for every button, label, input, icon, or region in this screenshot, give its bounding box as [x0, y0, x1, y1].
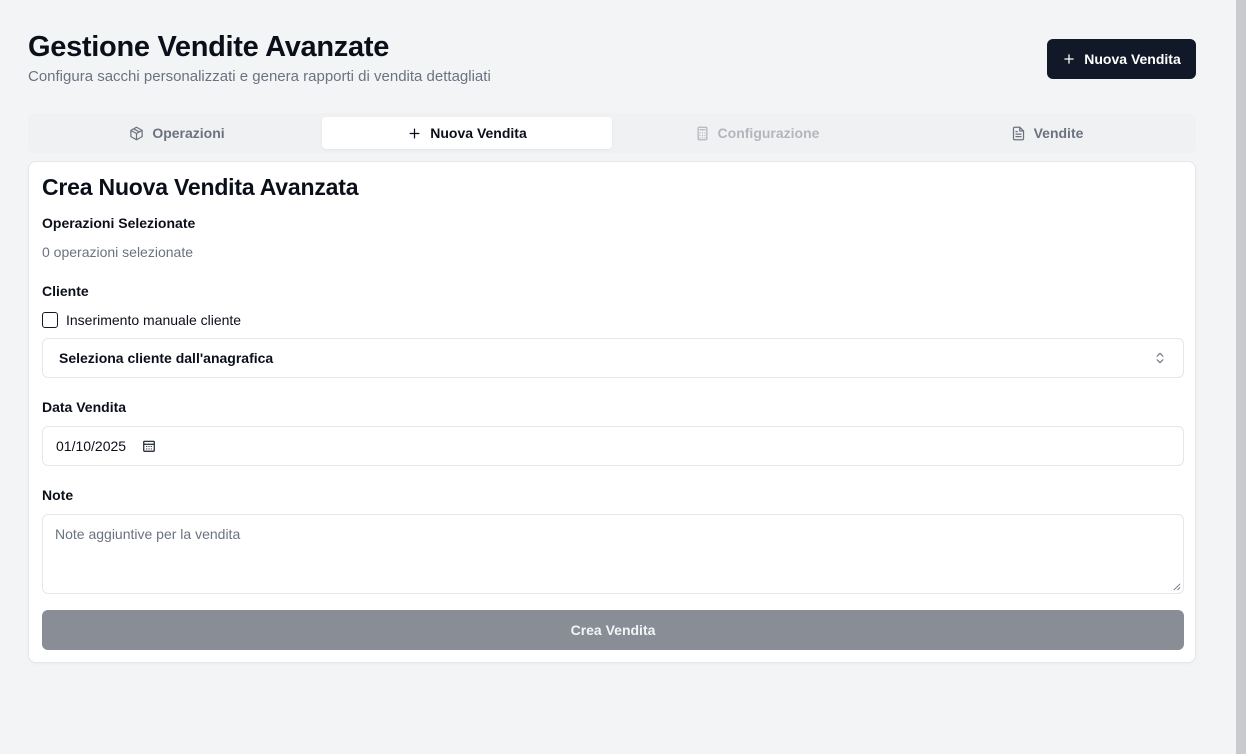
tab-nuova-vendita-label: Nuova Vendita: [430, 125, 527, 141]
tab-operazioni[interactable]: Operazioni: [32, 117, 322, 149]
page: Gestione Vendite Avanzate Configura sacc…: [0, 0, 1236, 754]
manual-client-checkbox[interactable]: [42, 312, 58, 328]
client-select[interactable]: Seleziona cliente dall'anagrafica: [42, 338, 1184, 378]
page-title: Gestione Vendite Avanzate: [28, 31, 390, 63]
create-sale-button-label: Crea Vendita: [570, 622, 656, 638]
new-sale-button-label: Nuova Vendita: [1084, 51, 1181, 67]
chevrons-up-down-icon: [1156, 352, 1164, 364]
operations-count: 0 operazioni selezionate: [42, 244, 193, 260]
new-sale-button[interactable]: Nuova Vendita: [1047, 39, 1196, 79]
operations-label: Operazioni Selezionate: [42, 215, 196, 231]
tab-operazioni-label: Operazioni: [152, 125, 225, 141]
create-sale-button[interactable]: Crea Vendita: [42, 610, 1184, 650]
card-title: Crea Nuova Vendita Avanzata: [42, 174, 359, 200]
tab-configurazione-label: Configurazione: [717, 125, 820, 141]
client-select-value: Seleziona cliente dall'anagrafica: [59, 350, 274, 366]
file-text-icon: [1012, 126, 1024, 140]
client-label: Cliente: [42, 283, 89, 299]
resize-grip-icon[interactable]: [1172, 582, 1181, 591]
calendar-icon[interactable]: [142, 439, 156, 453]
package-icon: [130, 126, 144, 140]
page-subtitle: Configura sacchi personalizzati e genera…: [28, 68, 491, 85]
tab-vendite-label: Vendite: [1033, 125, 1084, 141]
tab-vendite[interactable]: Vendite: [902, 117, 1192, 149]
date-value: 01/10/2025: [56, 438, 127, 454]
tab-configurazione[interactable]: Configurazione: [612, 117, 902, 149]
plus-icon: [1064, 54, 1074, 64]
notes-placeholder: Note aggiuntive per la vendita: [55, 526, 241, 542]
notes-label: Note: [42, 487, 74, 503]
manual-client-checkbox-label[interactable]: Inserimento manuale cliente: [66, 312, 241, 328]
notes-textarea[interactable]: Note aggiuntive per la vendita: [42, 514, 1184, 594]
manual-client-row: Inserimento manuale cliente: [42, 312, 241, 328]
tab-list: Operazioni Nuova Vendita Configurazione …: [28, 113, 1196, 153]
new-sale-card: Crea Nuova Vendita Avanzata Operazioni S…: [28, 161, 1196, 663]
tab-nuova-vendita[interactable]: Nuova Vendita: [322, 117, 612, 149]
calculator-icon: [697, 126, 708, 140]
date-label: Data Vendita: [42, 399, 127, 415]
date-field[interactable]: 01/10/2025: [42, 426, 1184, 466]
plus-icon: [409, 128, 420, 138]
vertical-scrollbar[interactable]: [1236, 0, 1246, 754]
